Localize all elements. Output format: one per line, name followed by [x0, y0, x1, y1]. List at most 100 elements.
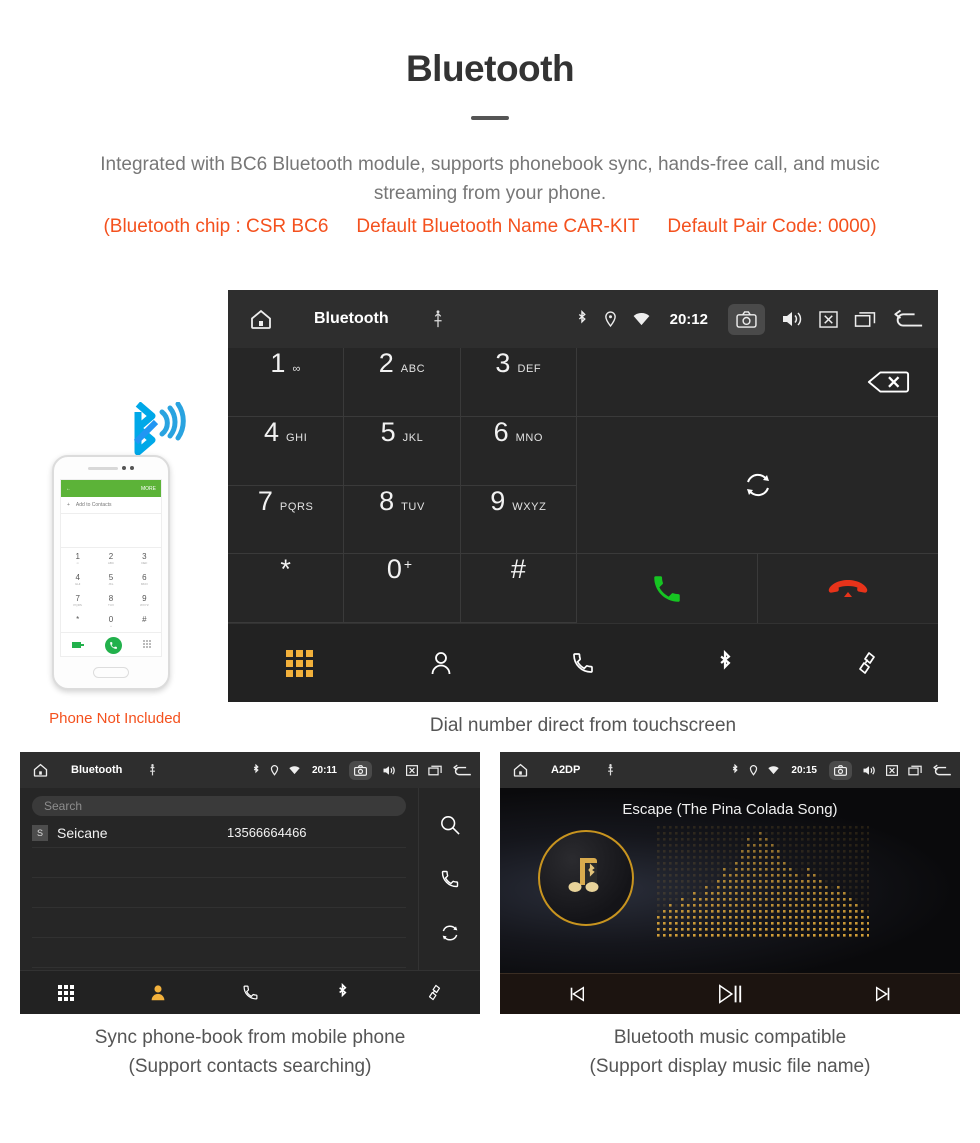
- hangup-button[interactable]: [758, 554, 938, 623]
- phone-key: 5 JKL: [108, 573, 114, 586]
- key-letters: ∞: [292, 363, 301, 375]
- contact-initial: S: [32, 824, 48, 841]
- phonebook-bottom-nav: [20, 970, 480, 1014]
- key-digit: 2: [378, 348, 394, 378]
- usb-icon: [431, 310, 445, 328]
- contact-person-icon: [150, 984, 166, 1001]
- dialpad-key-5[interactable]: 5 JKL: [344, 416, 461, 486]
- location-pin-icon: [270, 764, 279, 776]
- phone-key: 7 PQRS: [73, 594, 82, 607]
- volume-icon[interactable]: [862, 765, 876, 776]
- spec-paircode: Default Pair Code: 0000): [667, 215, 877, 237]
- add-contacts-label: Add to Contacts: [75, 502, 112, 508]
- sync-icon[interactable]: [440, 923, 460, 943]
- search-input[interactable]: Search: [32, 796, 406, 816]
- dialpad-key-hash[interactable]: #: [460, 554, 577, 623]
- key-digit: 3: [495, 348, 511, 378]
- dialpad-key-0[interactable]: 0 +: [344, 554, 461, 623]
- dialpad-key-8[interactable]: 8 TUV: [344, 485, 461, 555]
- search-icon[interactable]: [440, 815, 460, 835]
- dialpad-key-star[interactable]: *: [228, 554, 345, 623]
- a2dp-caption-line2: (Support display music file name): [589, 1055, 871, 1077]
- nav-item-dialpad[interactable]: [228, 649, 370, 677]
- skip-previous-icon: [568, 985, 586, 1003]
- phone-call-bar: [61, 632, 161, 657]
- nav-item-contacts[interactable]: [370, 651, 512, 675]
- contact-row[interactable]: S Seicane 13566664466: [32, 818, 406, 848]
- backspace-button[interactable]: [577, 348, 938, 417]
- phone-back-icon: ←: [66, 485, 71, 492]
- phone-key: 0 +: [108, 615, 114, 628]
- dialpad-key-2[interactable]: 2 ABC: [344, 348, 461, 417]
- close-box-icon[interactable]: [886, 764, 898, 776]
- dialpad-key-6[interactable]: 6 MNO: [460, 416, 577, 486]
- phone-mockup: ← MORE + Add to Contacts 1 ∞ 2 ABC 3 DEF 4 GHI 5…: [52, 455, 170, 690]
- key-digit: 7: [257, 485, 273, 516]
- backspace-icon: [866, 369, 910, 395]
- key-letters: PQRS: [279, 500, 314, 513]
- camera-icon[interactable]: [728, 303, 765, 335]
- nav-item-dialpad[interactable]: [20, 984, 112, 1001]
- phone-key: 1 ∞: [75, 552, 80, 565]
- camera-icon[interactable]: [829, 760, 852, 780]
- camera-icon[interactable]: [349, 760, 372, 780]
- close-box-icon[interactable]: [819, 310, 838, 328]
- a2dp-caption: Bluetooth music compatible (Support disp…: [500, 1024, 960, 1081]
- nav-item-call-history[interactable]: [512, 651, 654, 675]
- recent-apps-icon[interactable]: [908, 765, 922, 776]
- call-button[interactable]: [577, 554, 758, 623]
- home-icon[interactable]: [512, 762, 529, 778]
- back-arrow-icon[interactable]: [932, 764, 952, 777]
- equalizer-dots-icon: [657, 826, 869, 941]
- dialpad-key-4[interactable]: 4 GHI: [228, 416, 345, 486]
- nav-item-pair-link[interactable]: [796, 650, 938, 676]
- phone-handset-icon[interactable]: [440, 869, 460, 889]
- dialpad-key-1[interactable]: 1 ∞: [228, 348, 345, 417]
- spec-line: (Bluetooth chip : CSR BC6 Default Blueto…: [0, 216, 980, 238]
- song-title: Escape (The Pina Colada Song): [622, 801, 838, 818]
- nav-item-call-history[interactable]: [204, 984, 296, 1001]
- skip-previous-button[interactable]: [500, 985, 653, 1003]
- nav-item-bluetooth[interactable]: [296, 983, 388, 1002]
- key-digit: 6: [493, 416, 509, 447]
- key-letters: ABC: [400, 363, 426, 375]
- sync-icon: [743, 470, 773, 500]
- dialpad-key-7[interactable]: 7 PQRS: [228, 485, 345, 555]
- nav-item-contacts[interactable]: [112, 984, 204, 1001]
- back-arrow-icon[interactable]: [892, 309, 924, 329]
- phone-key: 3 DEF: [141, 552, 148, 565]
- a2dp-clock: 20:15: [791, 764, 817, 776]
- home-icon[interactable]: [32, 762, 49, 778]
- home-icon[interactable]: [248, 307, 274, 331]
- dialer-clock: 20:12: [669, 310, 708, 328]
- phone-handset-icon: [571, 651, 595, 675]
- bluetooth-icon: [731, 764, 739, 776]
- nav-item-bluetooth[interactable]: [654, 650, 796, 676]
- phone-add-contacts-row: + Add to Contacts: [61, 497, 161, 514]
- back-arrow-icon[interactable]: [452, 764, 472, 777]
- volume-icon[interactable]: [382, 765, 396, 776]
- dialpad-key-3[interactable]: 3 DEF: [460, 348, 577, 417]
- recent-apps-icon[interactable]: [854, 311, 876, 328]
- volume-icon[interactable]: [781, 310, 803, 328]
- phonebook-side-actions: [418, 788, 480, 970]
- contact-row-empty: [32, 938, 406, 968]
- recent-apps-icon[interactable]: [428, 765, 442, 776]
- dialpad-icon: [58, 984, 74, 1001]
- close-box-icon[interactable]: [406, 764, 418, 776]
- bluetooth-icon: [252, 764, 260, 776]
- sync-button[interactable]: [577, 417, 938, 554]
- dialpad-key-9[interactable]: 9 WXYZ: [460, 485, 577, 555]
- nav-item-pair-link[interactable]: [388, 983, 480, 1002]
- play-pause-button[interactable]: [653, 983, 806, 1005]
- key-digit: 5: [380, 416, 396, 447]
- phone-earpiece: [54, 457, 168, 479]
- spec-name: Default Bluetooth Name CAR-KIT: [356, 215, 640, 237]
- call-icon: [650, 572, 684, 606]
- key-digit: #: [510, 554, 526, 585]
- phone-key: 8 TUV: [107, 594, 114, 607]
- location-pin-icon: [749, 764, 758, 776]
- phonebook-statusbar: Bluetooth 20:11: [20, 752, 480, 788]
- key-digit: *: [280, 554, 291, 585]
- skip-next-button[interactable]: [807, 985, 960, 1003]
